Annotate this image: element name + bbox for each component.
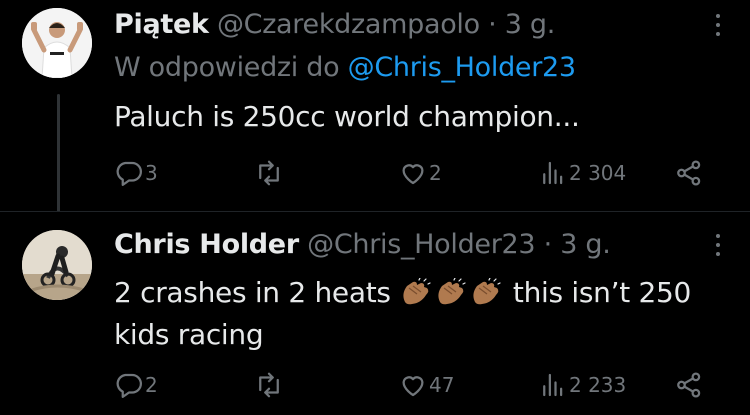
share-button[interactable] bbox=[674, 158, 704, 188]
reply-context: W odpowiedzi do @Chris_Holder23 bbox=[114, 52, 576, 83]
handle[interactable]: @Czarekdzampaolo bbox=[217, 9, 480, 40]
views-icon bbox=[543, 373, 563, 397]
reply-button[interactable]: 2 bbox=[114, 370, 158, 400]
tweet-reply-chris-holder[interactable]: Chris Holder @Chris_Holder23 · 3 g. 2 cr… bbox=[0, 212, 750, 415]
views-button[interactable]: 2 304 bbox=[538, 158, 626, 188]
timestamp[interactable]: 3 g. bbox=[505, 9, 556, 40]
retweet-icon bbox=[259, 372, 279, 398]
like-button[interactable]: 2 bbox=[398, 158, 442, 188]
clapping-hands-emoji bbox=[438, 278, 466, 305]
tweet-reply-piatek[interactable]: Piątek @Czarekdzampaolo · 3 g. W odpowie… bbox=[0, 0, 750, 212]
like-count: 2 bbox=[429, 161, 442, 185]
display-name[interactable]: Piątek bbox=[114, 9, 209, 40]
like-icon bbox=[402, 164, 424, 185]
views-count: 2 304 bbox=[569, 161, 627, 185]
separator: · bbox=[488, 9, 497, 40]
avatar[interactable] bbox=[22, 8, 92, 78]
views-button[interactable]: 2 233 bbox=[538, 370, 626, 400]
timestamp[interactable]: 3 g. bbox=[560, 229, 611, 260]
action-bar: 3 2 2 304 bbox=[114, 158, 714, 188]
tweet-text: Paluch is 250cc world champion... bbox=[114, 100, 580, 133]
views-icon bbox=[543, 161, 563, 185]
retweet-button[interactable] bbox=[254, 370, 285, 400]
share-button[interactable] bbox=[674, 370, 704, 400]
like-button[interactable]: 47 bbox=[398, 370, 454, 400]
separator: · bbox=[543, 229, 553, 260]
retweet-button[interactable] bbox=[254, 158, 285, 188]
reply-prefix: W odpowiedzi do bbox=[114, 52, 340, 83]
reply-button[interactable]: 3 bbox=[114, 158, 158, 188]
like-count: 47 bbox=[429, 373, 455, 397]
retweet-icon bbox=[259, 160, 279, 186]
views-count: 2 233 bbox=[569, 373, 627, 397]
share-icon bbox=[677, 160, 701, 186]
reply-handle-link[interactable]: @Chris_Holder23 bbox=[348, 52, 576, 83]
more-icon[interactable] bbox=[716, 234, 720, 261]
clapping-hands-emoji bbox=[403, 278, 431, 305]
reply-count: 3 bbox=[145, 161, 158, 185]
share-icon bbox=[677, 372, 701, 398]
tweet-text: 2 crashes in 2 heats this isn’t 250 kids… bbox=[114, 272, 734, 356]
tweet-header: Chris Holder @Chris_Holder23 · 3 g. bbox=[114, 229, 611, 260]
display-name[interactable]: Chris Holder bbox=[114, 229, 299, 260]
action-bar: 2 47 2 233 bbox=[114, 370, 714, 400]
tweet-text-part1: 2 crashes in 2 heats bbox=[114, 276, 391, 309]
more-icon[interactable] bbox=[716, 14, 720, 41]
tweet-header: Piątek @Czarekdzampaolo · 3 g. bbox=[114, 9, 555, 40]
clapping-hands-emoji bbox=[473, 278, 501, 305]
handle[interactable]: @Chris_Holder23 bbox=[307, 229, 535, 260]
avatar[interactable] bbox=[22, 230, 92, 300]
like-icon bbox=[402, 376, 424, 397]
reply-icon bbox=[116, 161, 142, 186]
reply-count: 2 bbox=[145, 373, 158, 397]
reply-icon bbox=[116, 373, 142, 398]
